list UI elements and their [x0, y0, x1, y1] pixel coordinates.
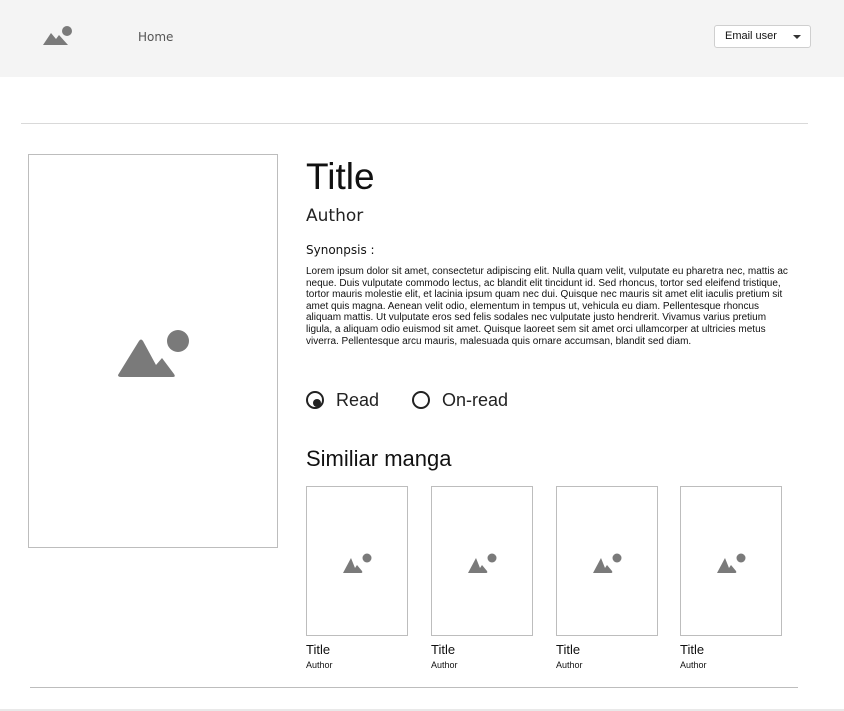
radio-on-read[interactable]: On-read: [412, 390, 512, 412]
synopsis-text: Lorem ipsum dolor sit amet, consectetur …: [306, 266, 788, 347]
manga-title: Title: [306, 156, 375, 197]
radio-read-label: Read: [336, 390, 380, 410]
image-placeholder-icon: [468, 553, 497, 573]
similar-manga-author: Author: [306, 660, 333, 670]
manga-author: Author: [306, 206, 364, 226]
top-navigation-bar: Home Email user: [0, 0, 844, 77]
radio-read[interactable]: Read: [306, 390, 386, 412]
similar-manga-cover[interactable]: [556, 486, 658, 636]
image-placeholder-icon: [118, 330, 189, 377]
similar-manga-author: Author: [556, 660, 583, 670]
similar-manga-title[interactable]: Title: [306, 642, 330, 657]
nav-home-link[interactable]: Home: [138, 30, 173, 44]
radio-unselected-icon: [412, 391, 430, 409]
similar-manga-title[interactable]: Title: [680, 642, 704, 657]
user-menu-label: Email user: [725, 30, 777, 42]
image-placeholder-icon: [343, 553, 372, 573]
chevron-down-icon: [793, 35, 801, 39]
synopsis-label: Synonpsis :: [306, 243, 375, 257]
logo-image-icon[interactable]: [42, 25, 74, 47]
similar-manga-author: Author: [680, 660, 707, 670]
image-placeholder-icon: [717, 553, 746, 573]
image-placeholder-icon: [593, 553, 622, 573]
radio-selected-icon: [306, 391, 324, 409]
content-divider: [30, 687, 798, 688]
similar-manga-cover[interactable]: [680, 486, 782, 636]
header-divider: [21, 123, 808, 124]
manga-cover-image: [28, 154, 278, 548]
similar-manga-title[interactable]: Title: [431, 642, 455, 657]
similar-manga-cover[interactable]: [306, 486, 408, 636]
similar-manga-heading: Similiar manga: [306, 446, 452, 471]
user-menu-dropdown[interactable]: Email user: [714, 25, 811, 48]
similar-manga-title[interactable]: Title: [556, 642, 580, 657]
radio-on-read-label: On-read: [442, 390, 509, 410]
similar-manga-author: Author: [431, 660, 458, 670]
similar-manga-cover[interactable]: [431, 486, 533, 636]
